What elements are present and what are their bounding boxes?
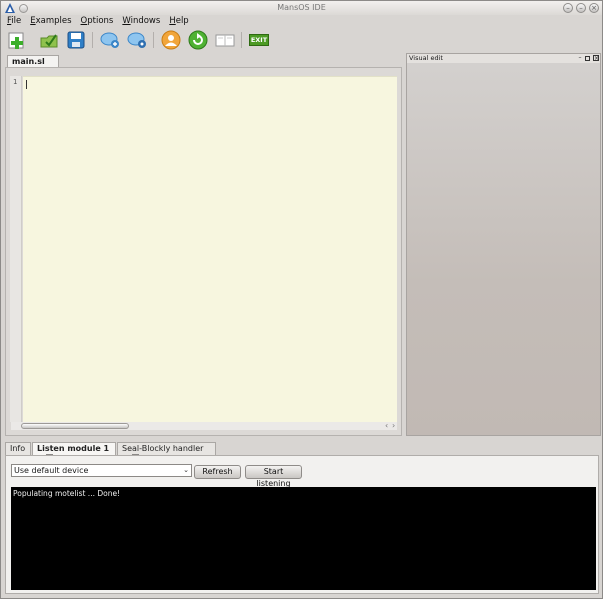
visual-edit-header: Visual edit – × bbox=[407, 54, 600, 63]
book-icon[interactable] bbox=[215, 30, 235, 50]
toolbar-separator bbox=[241, 32, 242, 48]
device-select[interactable]: Use default device ⌄ bbox=[11, 464, 192, 477]
menu-bar: File Examples Options Windows Help bbox=[1, 15, 602, 28]
menu-help[interactable]: Help bbox=[169, 15, 193, 28]
menu-windows-label: indows bbox=[130, 16, 161, 26]
line-number-gutter: 1 bbox=[10, 76, 22, 422]
console-text: Populating motelist ... Done! bbox=[13, 489, 121, 498]
menu-windows[interactable]: Windows bbox=[122, 15, 165, 28]
tab-seal-blockly[interactable]: Seal-Blockly handler× bbox=[117, 442, 216, 461]
menu-examples[interactable]: Examples bbox=[30, 15, 76, 28]
ide-window: MansOS IDE – – × File Examples Options W… bbox=[0, 0, 603, 599]
text-caret bbox=[26, 80, 27, 89]
start-listening-button[interactable]: Start listening bbox=[245, 465, 302, 488]
user-icon[interactable] bbox=[161, 30, 181, 50]
serial-console-output[interactable]: Populating motelist ... Done! bbox=[11, 487, 596, 590]
horizontal-scrollbar[interactable]: ‹ › bbox=[11, 421, 397, 430]
panel-maximize-icon[interactable] bbox=[585, 56, 590, 61]
menu-options[interactable]: Options bbox=[81, 15, 119, 28]
editor-tab-bar: main.sl× bbox=[5, 54, 402, 74]
panel-minimize-icon[interactable]: – bbox=[577, 55, 583, 61]
menu-examples-label: xamples bbox=[35, 16, 72, 26]
maximize-button[interactable]: – bbox=[576, 3, 586, 13]
visual-edit-panel: Visual edit – × bbox=[406, 53, 601, 436]
panel-close-icon[interactable]: × bbox=[593, 55, 599, 62]
tab-listen-label: Listen module 1 bbox=[37, 444, 110, 453]
panel-title: Visual edit bbox=[409, 54, 443, 62]
line-number: 1 bbox=[13, 78, 18, 86]
menu-help-label: elp bbox=[175, 16, 189, 26]
scroll-left-icon[interactable]: ‹ bbox=[385, 421, 388, 430]
toolbar: EXIT bbox=[1, 28, 602, 52]
tab-seal-label: Seal-Blockly handler bbox=[122, 444, 204, 453]
refresh-button[interactable]: Refresh bbox=[194, 465, 241, 479]
code-text-area[interactable] bbox=[23, 76, 397, 422]
menu-file[interactable]: File bbox=[7, 15, 26, 28]
listen-module-panel: Use default device ⌄ Refresh Start liste… bbox=[5, 455, 599, 594]
scroll-right-icon[interactable]: › bbox=[392, 421, 395, 430]
menu-windows-mnemonic: W bbox=[122, 16, 131, 26]
new-file-icon[interactable] bbox=[7, 30, 27, 50]
minimize-button[interactable]: – bbox=[563, 3, 573, 13]
exit-icon[interactable]: EXIT bbox=[249, 34, 269, 46]
chat-add-icon[interactable] bbox=[100, 30, 120, 50]
save-icon[interactable] bbox=[66, 30, 86, 50]
title-bar: MansOS IDE – – × bbox=[1, 1, 602, 15]
chevron-down-icon: ⌄ bbox=[183, 466, 189, 474]
bottom-tab-bar: Info Listen module 1× Seal-Blockly handl… bbox=[5, 442, 598, 461]
tab-label: main.sl bbox=[12, 57, 45, 66]
open-file-icon[interactable] bbox=[39, 30, 59, 50]
window-title: MansOS IDE bbox=[277, 3, 326, 12]
exit-label: EXIT bbox=[250, 36, 268, 44]
toolbar-separator bbox=[153, 32, 154, 48]
code-editor: 1 ‹ › bbox=[5, 67, 402, 436]
menu-options-label: ptions bbox=[87, 16, 114, 26]
tab-info-label: Info bbox=[10, 444, 26, 453]
menu-file-label: ile bbox=[11, 16, 22, 26]
refresh-icon[interactable] bbox=[188, 30, 208, 50]
tab-info[interactable]: Info bbox=[5, 442, 31, 455]
device-select-value: Use default device bbox=[14, 466, 89, 475]
close-window-button[interactable]: × bbox=[589, 3, 599, 13]
chat-settings-icon[interactable] bbox=[127, 30, 147, 50]
scrollbar-thumb[interactable] bbox=[21, 423, 129, 429]
tab-listen-module-1[interactable]: Listen module 1× bbox=[32, 442, 116, 461]
toolbar-separator bbox=[92, 32, 93, 48]
